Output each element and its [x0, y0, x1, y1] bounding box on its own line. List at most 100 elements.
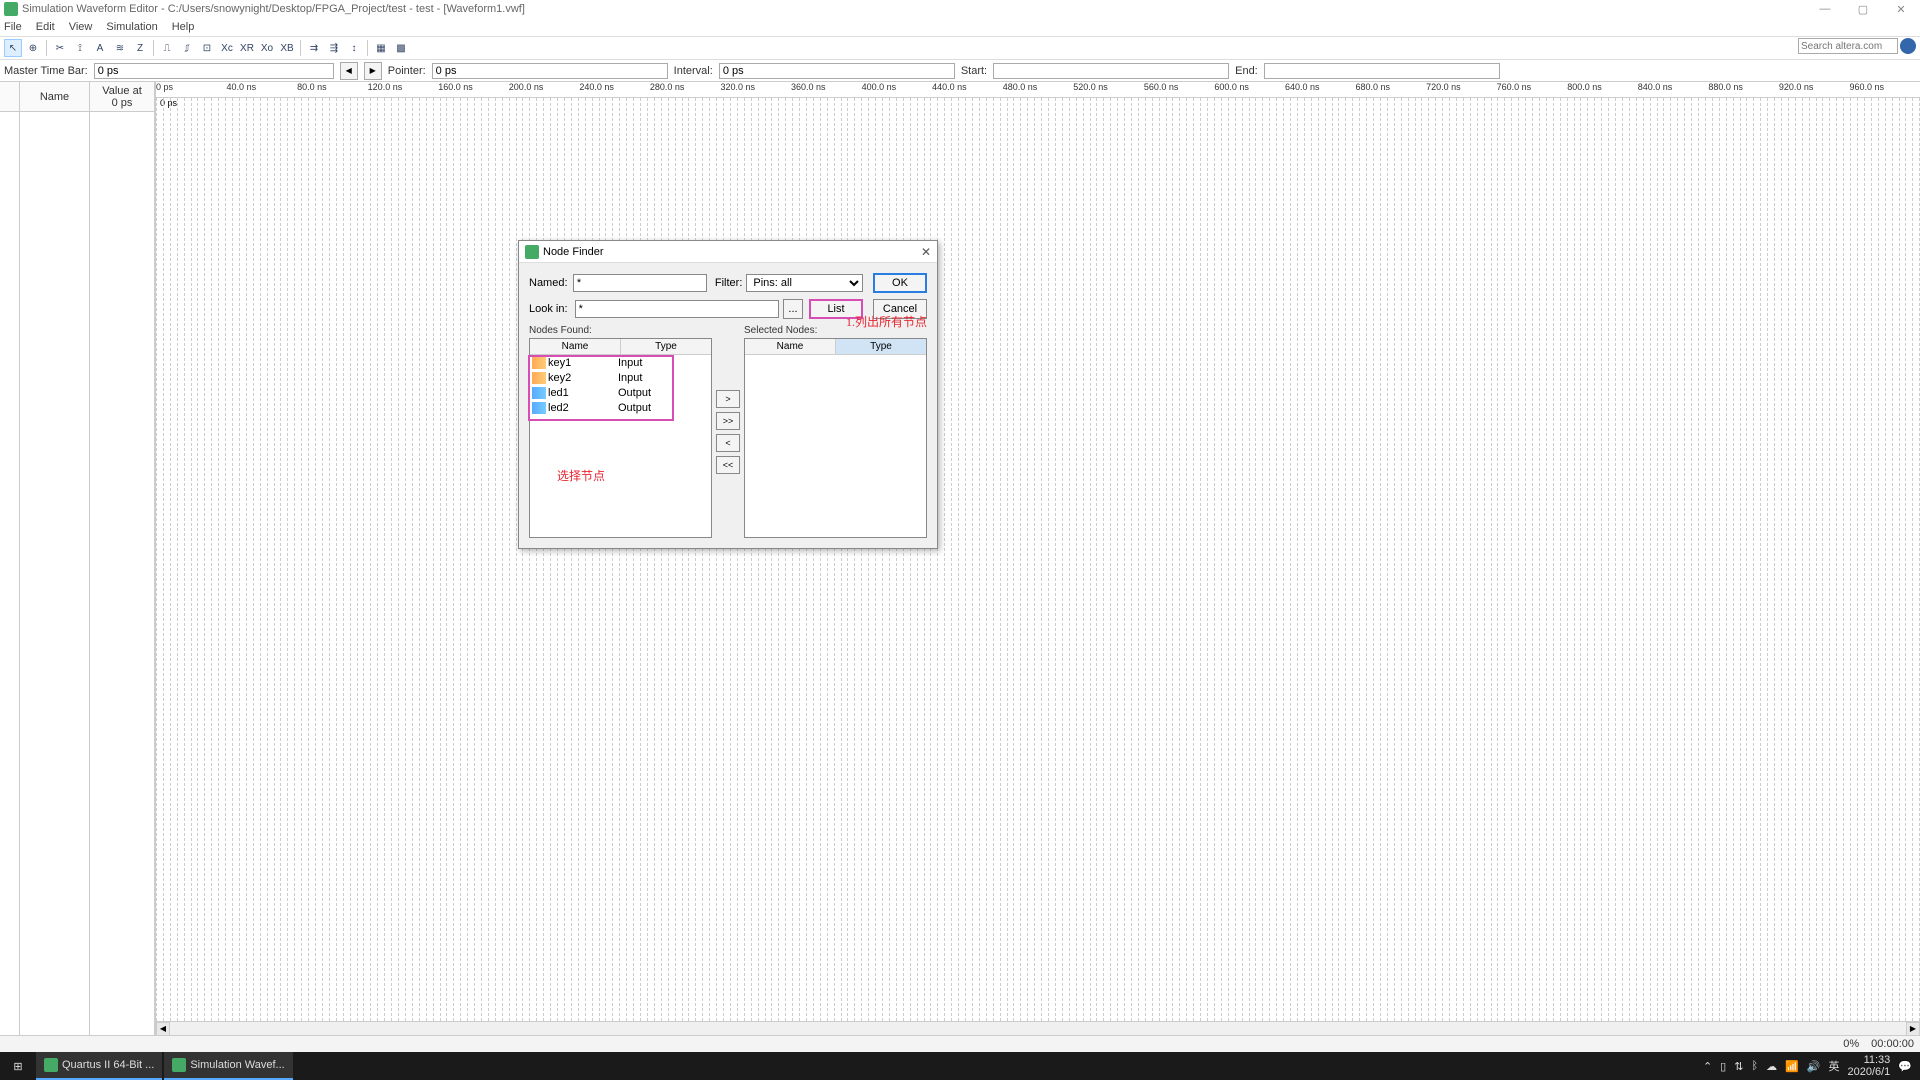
col-name-header: Name: [20, 82, 89, 112]
status-time: 00:00:00: [1871, 1038, 1914, 1050]
move-all-left-button[interactable]: <<: [716, 456, 740, 474]
master-time-input[interactable]: [94, 63, 334, 79]
clock-icon[interactable]: ⊡: [198, 39, 216, 57]
tray-battery-icon[interactable]: ▯: [1720, 1060, 1726, 1073]
menu-view[interactable]: View: [69, 21, 93, 33]
tray-vol-icon[interactable]: 🔊: [1807, 1060, 1821, 1073]
search-input[interactable]: [1798, 38, 1898, 54]
menu-help[interactable]: Help: [172, 21, 195, 33]
list-item[interactable]: key2Input: [530, 370, 711, 385]
pointer-tool-icon[interactable]: ↖: [4, 39, 22, 57]
prev-button[interactable]: ◀: [340, 62, 358, 80]
task-quartus[interactable]: Quartus II 64-Bit ...: [36, 1052, 162, 1080]
next-button[interactable]: ▶: [364, 62, 382, 80]
col-type-2: Type: [836, 339, 926, 354]
scroll-right-icon[interactable]: ▶: [1906, 1022, 1920, 1036]
ruler-tick: 720.0 ns: [1426, 82, 1461, 92]
minimize-button[interactable]: —: [1810, 3, 1840, 16]
cut-icon[interactable]: ✂: [51, 39, 69, 57]
ruler-tick: 120.0 ns: [368, 82, 403, 92]
start-label: Start:: [961, 65, 987, 77]
menubar: File Edit View Simulation Help: [0, 18, 1920, 36]
end-input[interactable]: [1264, 63, 1500, 79]
force-high-icon[interactable]: ⎎: [178, 39, 196, 57]
xb-icon[interactable]: XB: [278, 39, 296, 57]
ruler-tick: 40.0 ns: [227, 82, 257, 92]
random-icon[interactable]: XR: [238, 39, 256, 57]
text-icon[interactable]: A: [91, 39, 109, 57]
named-input[interactable]: [573, 274, 707, 292]
ruler-tick: 600.0 ns: [1214, 82, 1249, 92]
close-button[interactable]: ✕: [1886, 3, 1916, 16]
interval-input[interactable]: [719, 63, 955, 79]
sort-icon[interactable]: ↕: [345, 39, 363, 57]
tray-net-icon[interactable]: ⇅: [1734, 1060, 1743, 1073]
dialog-close-icon[interactable]: ✕: [921, 245, 931, 259]
scroll-left-icon[interactable]: ◀: [156, 1022, 170, 1036]
master-label: Master Time Bar:: [4, 65, 88, 77]
ruler-tick: 680.0 ns: [1356, 82, 1391, 92]
ruler-tick: 560.0 ns: [1144, 82, 1179, 92]
toolbar: ↖ ⊕ ✂ ⟟ A ≋ Z ⎍ ⎎ ⊡ Xc XR Xo XB ⇉ ⇶ ↕ ▦ …: [0, 36, 1920, 60]
run-timing-icon[interactable]: ▩: [392, 39, 410, 57]
move-right-button[interactable]: >: [716, 390, 740, 408]
ruler-tick: 200.0 ns: [509, 82, 544, 92]
tray-ime[interactable]: 英: [1828, 1058, 1839, 1074]
waveform-area[interactable]: 0 ps40.0 ns80.0 ns120.0 ns160.0 ns200.0 …: [156, 82, 1920, 1035]
force-low-icon[interactable]: ⎍: [158, 39, 176, 57]
list-item[interactable]: led2Output: [530, 400, 711, 415]
selected-nodes-list[interactable]: Name Type: [744, 338, 927, 538]
filter-select[interactable]: Pins: all: [746, 274, 863, 292]
start-input[interactable]: [993, 63, 1229, 79]
task-simulation[interactable]: Simulation Wavef...: [164, 1052, 292, 1080]
dialog-title: Node Finder: [543, 246, 604, 258]
pointer-label: Pointer:: [388, 65, 426, 77]
tray-wifi-icon[interactable]: 📶: [1785, 1060, 1799, 1073]
list-item[interactable]: key1Input: [530, 355, 711, 370]
group-icon[interactable]: ⇉: [305, 39, 323, 57]
maximize-button[interactable]: ▢: [1848, 3, 1878, 16]
tray-up-icon[interactable]: ⌃: [1703, 1060, 1712, 1073]
annotation-list: 1.列出所有节点: [846, 313, 927, 330]
ruler-tick: 760.0 ns: [1497, 82, 1532, 92]
hscrollbar[interactable]: ◀ ▶: [156, 1021, 1920, 1035]
pin-out-icon: [532, 402, 546, 414]
ruler-tick: 920.0 ns: [1779, 82, 1814, 92]
browse-button[interactable]: ...: [783, 299, 803, 319]
search-go-icon[interactable]: [1900, 38, 1916, 54]
tray-notif-icon[interactable]: 💬: [1898, 1060, 1912, 1073]
filter-label: Filter:: [715, 277, 743, 289]
tray-cloud-icon[interactable]: ☁: [1766, 1060, 1777, 1073]
nodes-found-list[interactable]: Name Type key1Inputkey2Inputled1Outputle…: [529, 338, 712, 538]
tray-clock[interactable]: 11:33 2020/6/1: [1847, 1054, 1890, 1078]
menu-file[interactable]: File: [4, 21, 22, 33]
named-label: Named:: [529, 277, 569, 289]
tray-bt-icon[interactable]: ᛒ: [1751, 1060, 1758, 1072]
quartus-icon: [44, 1058, 58, 1072]
menu-simulation[interactable]: Simulation: [106, 21, 157, 33]
lookin-input[interactable]: [575, 300, 779, 318]
move-all-right-button[interactable]: >>: [716, 412, 740, 430]
menu-edit[interactable]: Edit: [36, 21, 55, 33]
list-item[interactable]: led1Output: [530, 385, 711, 400]
ruler-tick: 400.0 ns: [862, 82, 897, 92]
lookin-label: Look in:: [529, 303, 571, 315]
pointer-input[interactable]: [432, 63, 668, 79]
ungroup-icon[interactable]: ⇶: [325, 39, 343, 57]
ruler-tick: 800.0 ns: [1567, 82, 1602, 92]
node-finder-dialog: Node Finder ✕ Named: Filter: Pins: all O…: [518, 240, 938, 549]
ok-button[interactable]: OK: [873, 273, 927, 293]
snap-icon[interactable]: ⟟: [71, 39, 89, 57]
move-left-button[interactable]: <: [716, 434, 740, 452]
count-icon[interactable]: Xc: [218, 39, 236, 57]
col-value-header: Value at 0 ps: [90, 82, 154, 112]
ruler-tick: 640.0 ns: [1285, 82, 1320, 92]
ruler-tick: 880.0 ns: [1708, 82, 1743, 92]
zoom-tool-icon[interactable]: ⊕: [24, 39, 42, 57]
run-functional-icon[interactable]: ▦: [372, 39, 390, 57]
invert-icon[interactable]: Z: [131, 39, 149, 57]
workarea: Name Value at 0 ps 0 ps40.0 ns80.0 ns120…: [0, 82, 1920, 1036]
overwrite-icon[interactable]: Xo: [258, 39, 276, 57]
start-button[interactable]: ⊞: [0, 1052, 36, 1080]
equation-icon[interactable]: ≋: [111, 39, 129, 57]
